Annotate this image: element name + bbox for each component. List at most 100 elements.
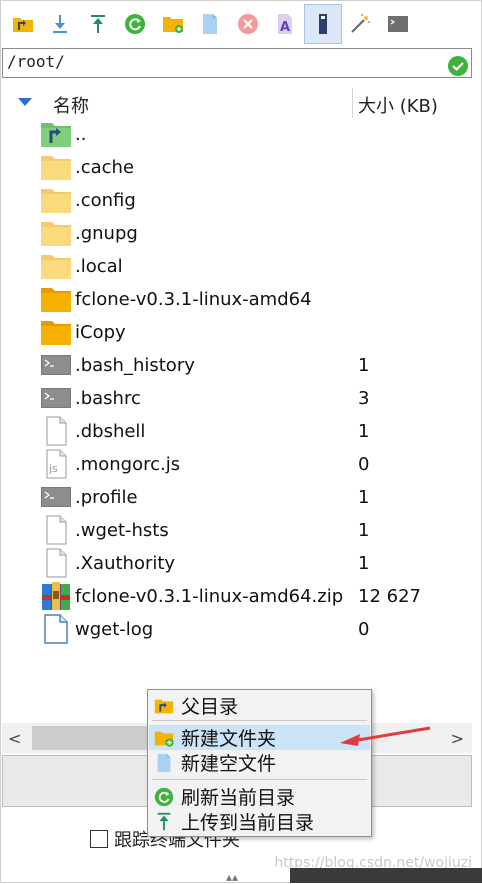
file-name: .bashrc <box>75 388 141 409</box>
file-row[interactable]: wget-log 0 <box>0 613 470 646</box>
file-row[interactable]: .bashrc 3 <box>0 382 470 415</box>
menu-item-label: 上传到当前目录 <box>181 812 315 834</box>
upload-icon <box>157 812 171 830</box>
file-size: 1 <box>358 520 370 541</box>
file-row[interactable]: .gnupg <box>0 217 470 250</box>
file-row[interactable]: .dbshell 1 <box>0 415 470 448</box>
file-size: 1 <box>358 487 370 508</box>
file-row[interactable]: iCopy <box>0 316 470 349</box>
scroll-left-arrow[interactable]: < <box>8 729 21 748</box>
column-header-size[interactable]: 大小 (KB) <box>358 92 438 118</box>
file-name: .dbshell <box>75 421 146 442</box>
folder-dark-icon <box>41 288 71 312</box>
file-name: .local <box>75 256 123 277</box>
file-size: 0 <box>358 454 370 475</box>
rename-icon: A <box>278 14 293 35</box>
menu-item-parent-directory[interactable]: 父目录 <box>149 693 370 718</box>
file-row[interactable]: fclone-v0.3.1-linux-amd64.zip 12 627 <box>0 580 470 613</box>
file-name: .. <box>75 124 87 145</box>
usb-drive-button[interactable] <box>304 4 342 44</box>
column-divider[interactable] <box>352 88 353 118</box>
file-name: .gnupg <box>75 223 138 244</box>
file-row[interactable]: .bash_history 1 <box>0 349 470 382</box>
refresh-icon <box>154 787 174 806</box>
upload-button[interactable] <box>79 4 117 44</box>
terminal-button[interactable] <box>379 4 417 44</box>
file-size: 12 627 <box>358 586 421 607</box>
download-button[interactable] <box>42 4 80 44</box>
menu-item-label: 新建空文件 <box>181 753 277 775</box>
context-menu: 父目录 新建文件夹 新建空文件 刷新当前目录 上传到当前目录 <box>147 689 372 837</box>
file-name: iCopy <box>75 322 126 343</box>
new-file-button[interactable] <box>192 4 230 44</box>
usb-drive-icon <box>318 14 327 34</box>
confirm-check-icon[interactable] <box>447 55 469 77</box>
file-size: 0 <box>358 619 370 640</box>
path-text: /root/ <box>7 52 65 71</box>
delete-icon <box>237 14 258 34</box>
blank-file-icon <box>46 515 67 545</box>
upload-icon <box>90 15 105 33</box>
file-row[interactable]: .Xauthority 1 <box>0 547 470 580</box>
new-folder-icon <box>162 17 183 33</box>
file-name: .profile <box>75 487 138 508</box>
rename-button[interactable]: A <box>267 4 305 44</box>
file-name: wget-log <box>75 619 154 640</box>
menu-item-refresh-directory[interactable]: 刷新当前目录 <box>149 784 370 809</box>
folder-icon <box>41 189 71 213</box>
file-name: .cache <box>75 157 135 178</box>
menu-item-upload-here[interactable]: 上传到当前目录 <box>149 809 370 834</box>
menu-separator <box>152 720 367 721</box>
file-row[interactable]: .. <box>0 118 470 151</box>
new-file-icon <box>157 753 171 772</box>
sort-desc-icon[interactable] <box>18 98 32 106</box>
menu-separator <box>152 779 367 780</box>
column-header-name[interactable]: 名称 <box>53 92 89 118</box>
menu-item-new-folder[interactable]: 新建文件夹 <box>149 725 370 750</box>
parent-folder-icon <box>154 699 174 713</box>
menu-item-label: 父目录 <box>181 696 239 718</box>
file-name: .mongorc.js <box>75 454 181 475</box>
path-input[interactable]: /root/ <box>2 48 472 78</box>
parent-folder-icon <box>41 123 71 147</box>
new-folder-button[interactable] <box>154 4 192 44</box>
file-row[interactable]: .cache <box>0 151 470 184</box>
download-icon <box>53 15 68 33</box>
toolbar: A <box>4 4 417 44</box>
file-row[interactable]: .config <box>0 184 470 217</box>
file-row[interactable]: fclone-v0.3.1-linux-amd64 <box>0 283 470 316</box>
zip-archive-icon <box>42 582 70 610</box>
file-row[interactable]: .local <box>0 250 470 283</box>
scrollbar-thumb[interactable] <box>32 726 152 750</box>
file-name: fclone-v0.3.1-linux-amd64.zip <box>75 586 344 607</box>
new-file-icon <box>203 14 218 34</box>
taskbar-strip <box>290 868 482 883</box>
refresh-icon <box>125 14 146 34</box>
file-size: 3 <box>358 388 370 409</box>
menu-item-label: 刷新当前目录 <box>181 787 296 809</box>
magic-wand-button[interactable] <box>342 4 380 44</box>
magic-wand-icon <box>351 14 371 33</box>
file-name: fclone-v0.3.1-linux-amd64 <box>75 289 312 310</box>
refresh-button[interactable] <box>117 4 155 44</box>
file-row[interactable]: .wget-hsts 1 <box>0 514 470 547</box>
blank-file-icon <box>46 548 67 578</box>
document-icon <box>44 614 68 644</box>
file-name: .config <box>75 190 136 211</box>
folder-dark-icon <box>41 321 71 345</box>
file-row[interactable]: .profile 1 <box>0 481 470 514</box>
svg-text:js: js <box>48 462 58 475</box>
parent-folder-button[interactable] <box>4 4 42 44</box>
follow-terminal-checkbox[interactable] <box>90 830 108 848</box>
file-size: 1 <box>358 421 370 442</box>
resize-grip-icon[interactable]: ▴▴ <box>226 870 238 884</box>
delete-button[interactable] <box>229 4 267 44</box>
annotation-arrow-icon <box>340 726 431 746</box>
parent-folder-icon <box>12 18 33 32</box>
file-size: 1 <box>358 553 370 574</box>
menu-item-new-empty-file[interactable]: 新建空文件 <box>149 750 370 775</box>
blank-file-icon <box>46 416 67 446</box>
file-row[interactable]: js .mongorc.js 0 <box>0 448 470 481</box>
list-header: 名称 大小 (KB) <box>0 88 470 118</box>
scroll-right-arrow[interactable]: > <box>451 729 464 748</box>
